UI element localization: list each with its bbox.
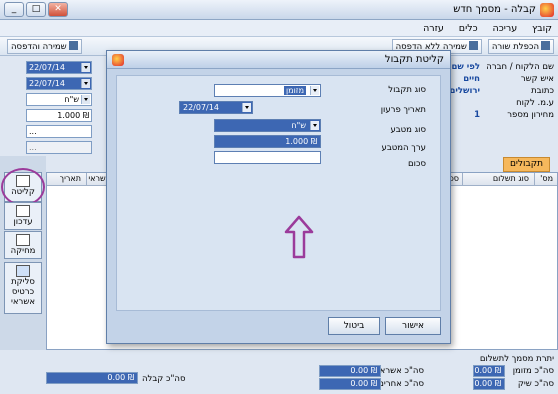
currency-type-select[interactable]: ש"ח (214, 119, 321, 132)
title-bar: _ □ ✕ קבלה - מסמך חדש (0, 0, 558, 20)
address-value[interactable]: ירושלים (449, 86, 480, 96)
duplicate-icon (541, 41, 550, 50)
dialog-title-bar: קליטת תקבול (107, 51, 450, 69)
address-label: כתובת (531, 86, 554, 96)
pricelist-label: מחירון מספר (507, 110, 554, 120)
amount-label: סכום (408, 159, 426, 169)
dropdown-arrow-icon[interactable] (81, 63, 90, 72)
delete-icon (16, 234, 30, 246)
column-divider (86, 173, 87, 186)
app-icon (540, 3, 554, 17)
cash-total-value: 0.00 ₪ (473, 365, 505, 377)
ok-button[interactable]: אישור (385, 317, 441, 335)
receipt-total-label: סה"כ קבלה (142, 374, 186, 384)
balance-label: יתרת מסמך לתשלום (479, 354, 554, 364)
annotation-arrow (284, 215, 314, 259)
amount-field[interactable] (214, 151, 321, 164)
check-total-label: סה"כ שיק (517, 379, 554, 389)
update-button[interactable]: עדכון (4, 202, 42, 230)
col-date[interactable]: תאריך (60, 174, 81, 183)
dialog-title: קליטת תקבול (384, 54, 444, 65)
more-field[interactable]: ... (26, 125, 92, 138)
menu-tools[interactable]: כלים (459, 20, 478, 37)
dialog-form: סוג תקבול מזומן תאריך פרעון 22/07/14 סוג… (116, 75, 441, 311)
col-number[interactable]: מס' (540, 174, 553, 183)
minimize-button[interactable]: _ (4, 2, 24, 17)
customer-value[interactable]: לפי שם (451, 62, 480, 72)
update-icon (16, 205, 30, 217)
cancel-button[interactable]: ביטול (328, 317, 380, 335)
save-print-button[interactable]: שמירה והדפסה (7, 39, 82, 54)
due-date-label: תאריך פרעון (380, 105, 426, 115)
pricelist-value[interactable]: 1 (474, 110, 480, 120)
contact-label: איש קשר (520, 74, 554, 84)
date-field-1[interactable]: 22/07/14 (26, 61, 92, 74)
annotation-circle (1, 168, 45, 206)
dialog-app-icon (112, 54, 124, 66)
save-icon (468, 41, 478, 50)
duplicate-row-button[interactable]: הכפלת שורה (487, 39, 554, 54)
close-button[interactable]: ✕ (48, 2, 68, 17)
rate-field[interactable]: 1.000 ₪ (26, 109, 92, 122)
col-payment-type[interactable]: סוג תשלום (493, 174, 529, 183)
payment-type-label: סוג תקבול (388, 85, 426, 95)
payment-type-select[interactable]: מזומן (214, 84, 321, 97)
column-divider (534, 173, 535, 186)
menu-help[interactable]: עזרה (423, 20, 444, 37)
check-total-value: 0.00 ₪ (473, 378, 505, 390)
menu-file[interactable]: קובץ (532, 20, 552, 37)
currency-type-label: סוג מטבע (390, 125, 426, 135)
receive-payment-dialog: קליטת תקבול סוג תקבול מזומן תאריך פרעון … (106, 50, 451, 344)
menu-bar: קובץ עריכה כלים עזרה (0, 20, 558, 37)
totals-footer: יתרת מסמך לתשלום סה"כ מזומן 0.00 ₪ סה"כ … (0, 350, 558, 394)
menu-edit[interactable]: עריכה (493, 20, 518, 37)
contact-value[interactable]: חיים (463, 74, 480, 84)
credit-total-value: 0.00 ₪ (319, 365, 381, 377)
dropdown-arrow-icon[interactable] (310, 121, 319, 130)
dropdown-arrow-icon[interactable] (81, 79, 90, 88)
maximize-button[interactable]: □ (26, 2, 46, 17)
more-field-2[interactable]: ... (26, 141, 92, 154)
customer-label: שם הלקוח / חברה (486, 62, 554, 72)
date-field-2[interactable]: 22/07/14 (26, 77, 92, 90)
currency-select[interactable]: ש"ח (26, 93, 92, 106)
receipt-total-value: 0.00 ₪ (46, 372, 138, 384)
credit-total-label: סה"כ אשראי (377, 366, 424, 376)
currency-value-label: ערך המטבע (381, 143, 426, 153)
vat-id-label: ע.מ. לקוח (516, 98, 554, 108)
tab-receipts[interactable]: תקבולים (502, 157, 550, 172)
delete-button[interactable]: מחיקה (4, 231, 42, 259)
credit-card-clearing-button[interactable]: סליקת כרטיס אשראי (4, 262, 42, 314)
column-divider (462, 173, 463, 186)
cash-total-label: סה"כ מזומן (512, 366, 554, 376)
dropdown-arrow-icon[interactable] (81, 95, 90, 104)
currency-value-field[interactable]: 1.000 ₪ (214, 135, 321, 148)
credit-card-icon (16, 265, 30, 277)
dropdown-arrow-icon[interactable] (242, 103, 251, 112)
other-total-label: סה"כ אחרים (378, 379, 424, 389)
window-title: קבלה - מסמך חדש (453, 4, 536, 15)
due-date-field[interactable]: 22/07/14 (179, 101, 253, 114)
dropdown-arrow-icon[interactable] (310, 86, 319, 95)
print-icon (68, 41, 78, 50)
other-total-value: 0.00 ₪ (319, 378, 381, 390)
